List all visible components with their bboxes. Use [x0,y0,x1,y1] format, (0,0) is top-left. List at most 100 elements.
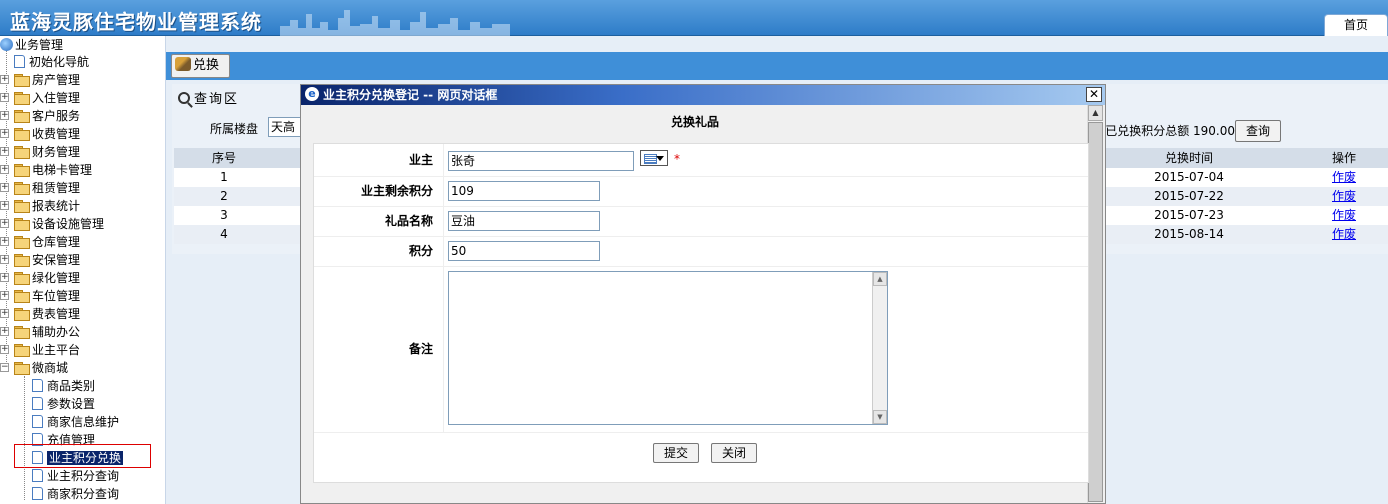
void-link[interactable]: 作废 [1332,227,1356,241]
sidebar-item-security[interactable]: + 安保管理 [0,251,80,269]
points-field[interactable]: 50 [448,241,600,261]
scroll-up-icon[interactable]: ▲ [873,272,887,286]
sidebar-item-house[interactable]: + 房产管理 [0,71,80,89]
expand-icon[interactable]: + [0,129,9,138]
sidebar-item-checkin[interactable]: + 入住管理 [0,89,80,107]
dialog-titlebar[interactable]: e 业主积分兑换登记 -- 网页对话框 ✕ [301,85,1105,105]
page-icon [32,379,43,392]
row-no: 3 [220,208,228,222]
sidebar-item-finance[interactable]: + 财务管理 [0,143,80,161]
expand-icon[interactable]: + [0,309,9,318]
row-no: 2 [220,189,228,203]
exchanged-points-total: 已兑换积分总额 190.00 [1105,124,1235,138]
void-link[interactable]: 作废 [1332,170,1356,184]
expand-icon[interactable]: + [0,345,9,354]
building-select[interactable]: 天高 [268,117,304,137]
sidebar-subitem-category[interactable]: 商品类别 [32,377,95,395]
remark-textarea[interactable]: ▲ ▼ [448,271,888,425]
sidebar-item-report[interactable]: + 报表统计 [0,197,80,215]
sidebar-item-elevator[interactable]: + 电梯卡管理 [0,161,92,179]
page-icon [32,415,43,428]
sidebar-item-equipment[interactable]: + 设备设施管理 [0,215,104,233]
expand-icon[interactable]: + [0,255,9,264]
owner-field[interactable]: 张奇 [448,151,634,171]
expand-icon[interactable]: + [0,327,9,336]
scroll-up-icon[interactable]: ▲ [1088,105,1103,121]
page-icon [14,55,25,68]
sidebar-item-customer[interactable]: + 客户服务 [0,107,80,125]
sidebar-item-office[interactable]: + 辅助办公 [0,323,80,341]
points-exchange-dialog: e 业主积分兑换登记 -- 网页对话框 ✕ ▲ 兑换礼品 业主 张奇 * 业主剩… [300,84,1106,504]
sidebar-item-warehouse[interactable]: + 仓库管理 [0,233,80,251]
sidebar-tree: 业务管理 初始化导航 + 房产管理 + 入住管理 + 客户服务 + 收费管理 + 财务管理… [0,36,166,504]
scroll-down-icon[interactable]: ▼ [873,410,887,424]
sidebar-item-owner-platform[interactable]: + 业主平台 [0,341,80,359]
collapse-icon[interactable]: − [0,363,9,372]
sidebar-item-meter[interactable]: + 费表管理 [0,305,80,323]
folder-icon [14,182,30,195]
form-row-points-left: 业主剩余积分 109 [314,177,1088,207]
expand-icon[interactable]: + [0,183,9,192]
folder-icon [14,272,30,285]
exchange-icon [175,57,191,71]
page-icon [32,469,43,482]
folder-icon [14,308,30,321]
close-button[interactable]: 关闭 [711,443,757,463]
expand-icon[interactable]: + [0,111,9,120]
owner-picker-icon[interactable] [640,150,668,166]
expand-icon[interactable]: + [0,291,9,300]
tree-root[interactable]: 业务管理 [0,36,63,54]
exchange-button[interactable]: 兑换 [171,54,230,78]
app-banner: 蓝海灵豚住宅物业管理系统 首页 [0,0,1388,36]
folder-icon [14,290,30,303]
sidebar-subitem-merchant-points-query[interactable]: 商家积分查询 [32,485,119,503]
close-icon[interactable]: ✕ [1086,87,1102,102]
expand-icon[interactable]: + [0,219,9,228]
row-time: 2015-08-14 [1154,227,1224,241]
expand-icon[interactable]: + [0,75,9,84]
folder-icon [14,236,30,249]
header-no: 序号 [211,151,236,165]
query-button[interactable]: 查询 [1235,120,1281,142]
sidebar-subitem-owner-points-query[interactable]: 业主积分查询 [32,467,119,485]
sidebar-item-charge[interactable]: + 收费管理 [0,125,80,143]
expand-icon[interactable]: + [0,147,9,156]
dialog-header: 兑换礼品 [670,115,719,129]
points-left-field[interactable]: 109 [448,181,600,201]
form-row-remark: 备注 ▲ ▼ [314,267,1088,433]
row-no: 1 [220,170,228,184]
expand-icon[interactable]: + [0,165,9,174]
sidebar-item-lease[interactable]: + 租赁管理 [0,179,80,197]
sidebar-item-greening[interactable]: + 绿化管理 [0,269,80,287]
page-icon [32,397,43,410]
sidebar-subitem-merchant-info[interactable]: 商家信息维护 [32,413,119,431]
folder-icon [14,92,30,105]
submit-button[interactable]: 提交 [653,443,699,463]
folder-icon [14,146,30,159]
void-link[interactable]: 作废 [1332,189,1356,203]
page-icon [32,487,43,500]
scroll-thumb[interactable] [1088,122,1103,502]
toolbar: 兑换 [166,52,1388,80]
row-no: 4 [220,227,228,241]
sidebar-item-micro-mall[interactable]: − 微商城 [0,359,68,377]
expand-icon[interactable]: + [0,93,9,102]
exchange-form: 业主 张奇 * 业主剩余积分 109 礼品名称 豆油 积分 50 备注 ▲ ▼ [313,143,1089,483]
search-icon [178,92,190,104]
home-tab[interactable]: 首页 [1324,14,1388,36]
sidebar-item-parking[interactable]: + 车位管理 [0,287,80,305]
dialog-scrollbar[interactable]: ▲ [1087,105,1103,503]
textarea-scrollbar[interactable]: ▲ ▼ [872,272,887,424]
dialog-title: 业主积分兑换登记 -- 网页对话框 [323,88,498,102]
void-link[interactable]: 作废 [1332,208,1356,222]
expand-icon[interactable]: + [0,237,9,246]
gift-name-field[interactable]: 豆油 [448,211,600,231]
folder-icon [14,344,30,357]
folder-open-icon [14,362,30,375]
sidebar-subitem-params[interactable]: 参数设置 [32,395,95,413]
points-label: 积分 [314,237,444,266]
expand-icon[interactable]: + [0,201,9,210]
sidebar-item-init-nav[interactable]: 初始化导航 [14,53,89,71]
expand-icon[interactable]: + [0,273,9,282]
app-title: 蓝海灵豚住宅物业管理系统 [10,10,262,34]
